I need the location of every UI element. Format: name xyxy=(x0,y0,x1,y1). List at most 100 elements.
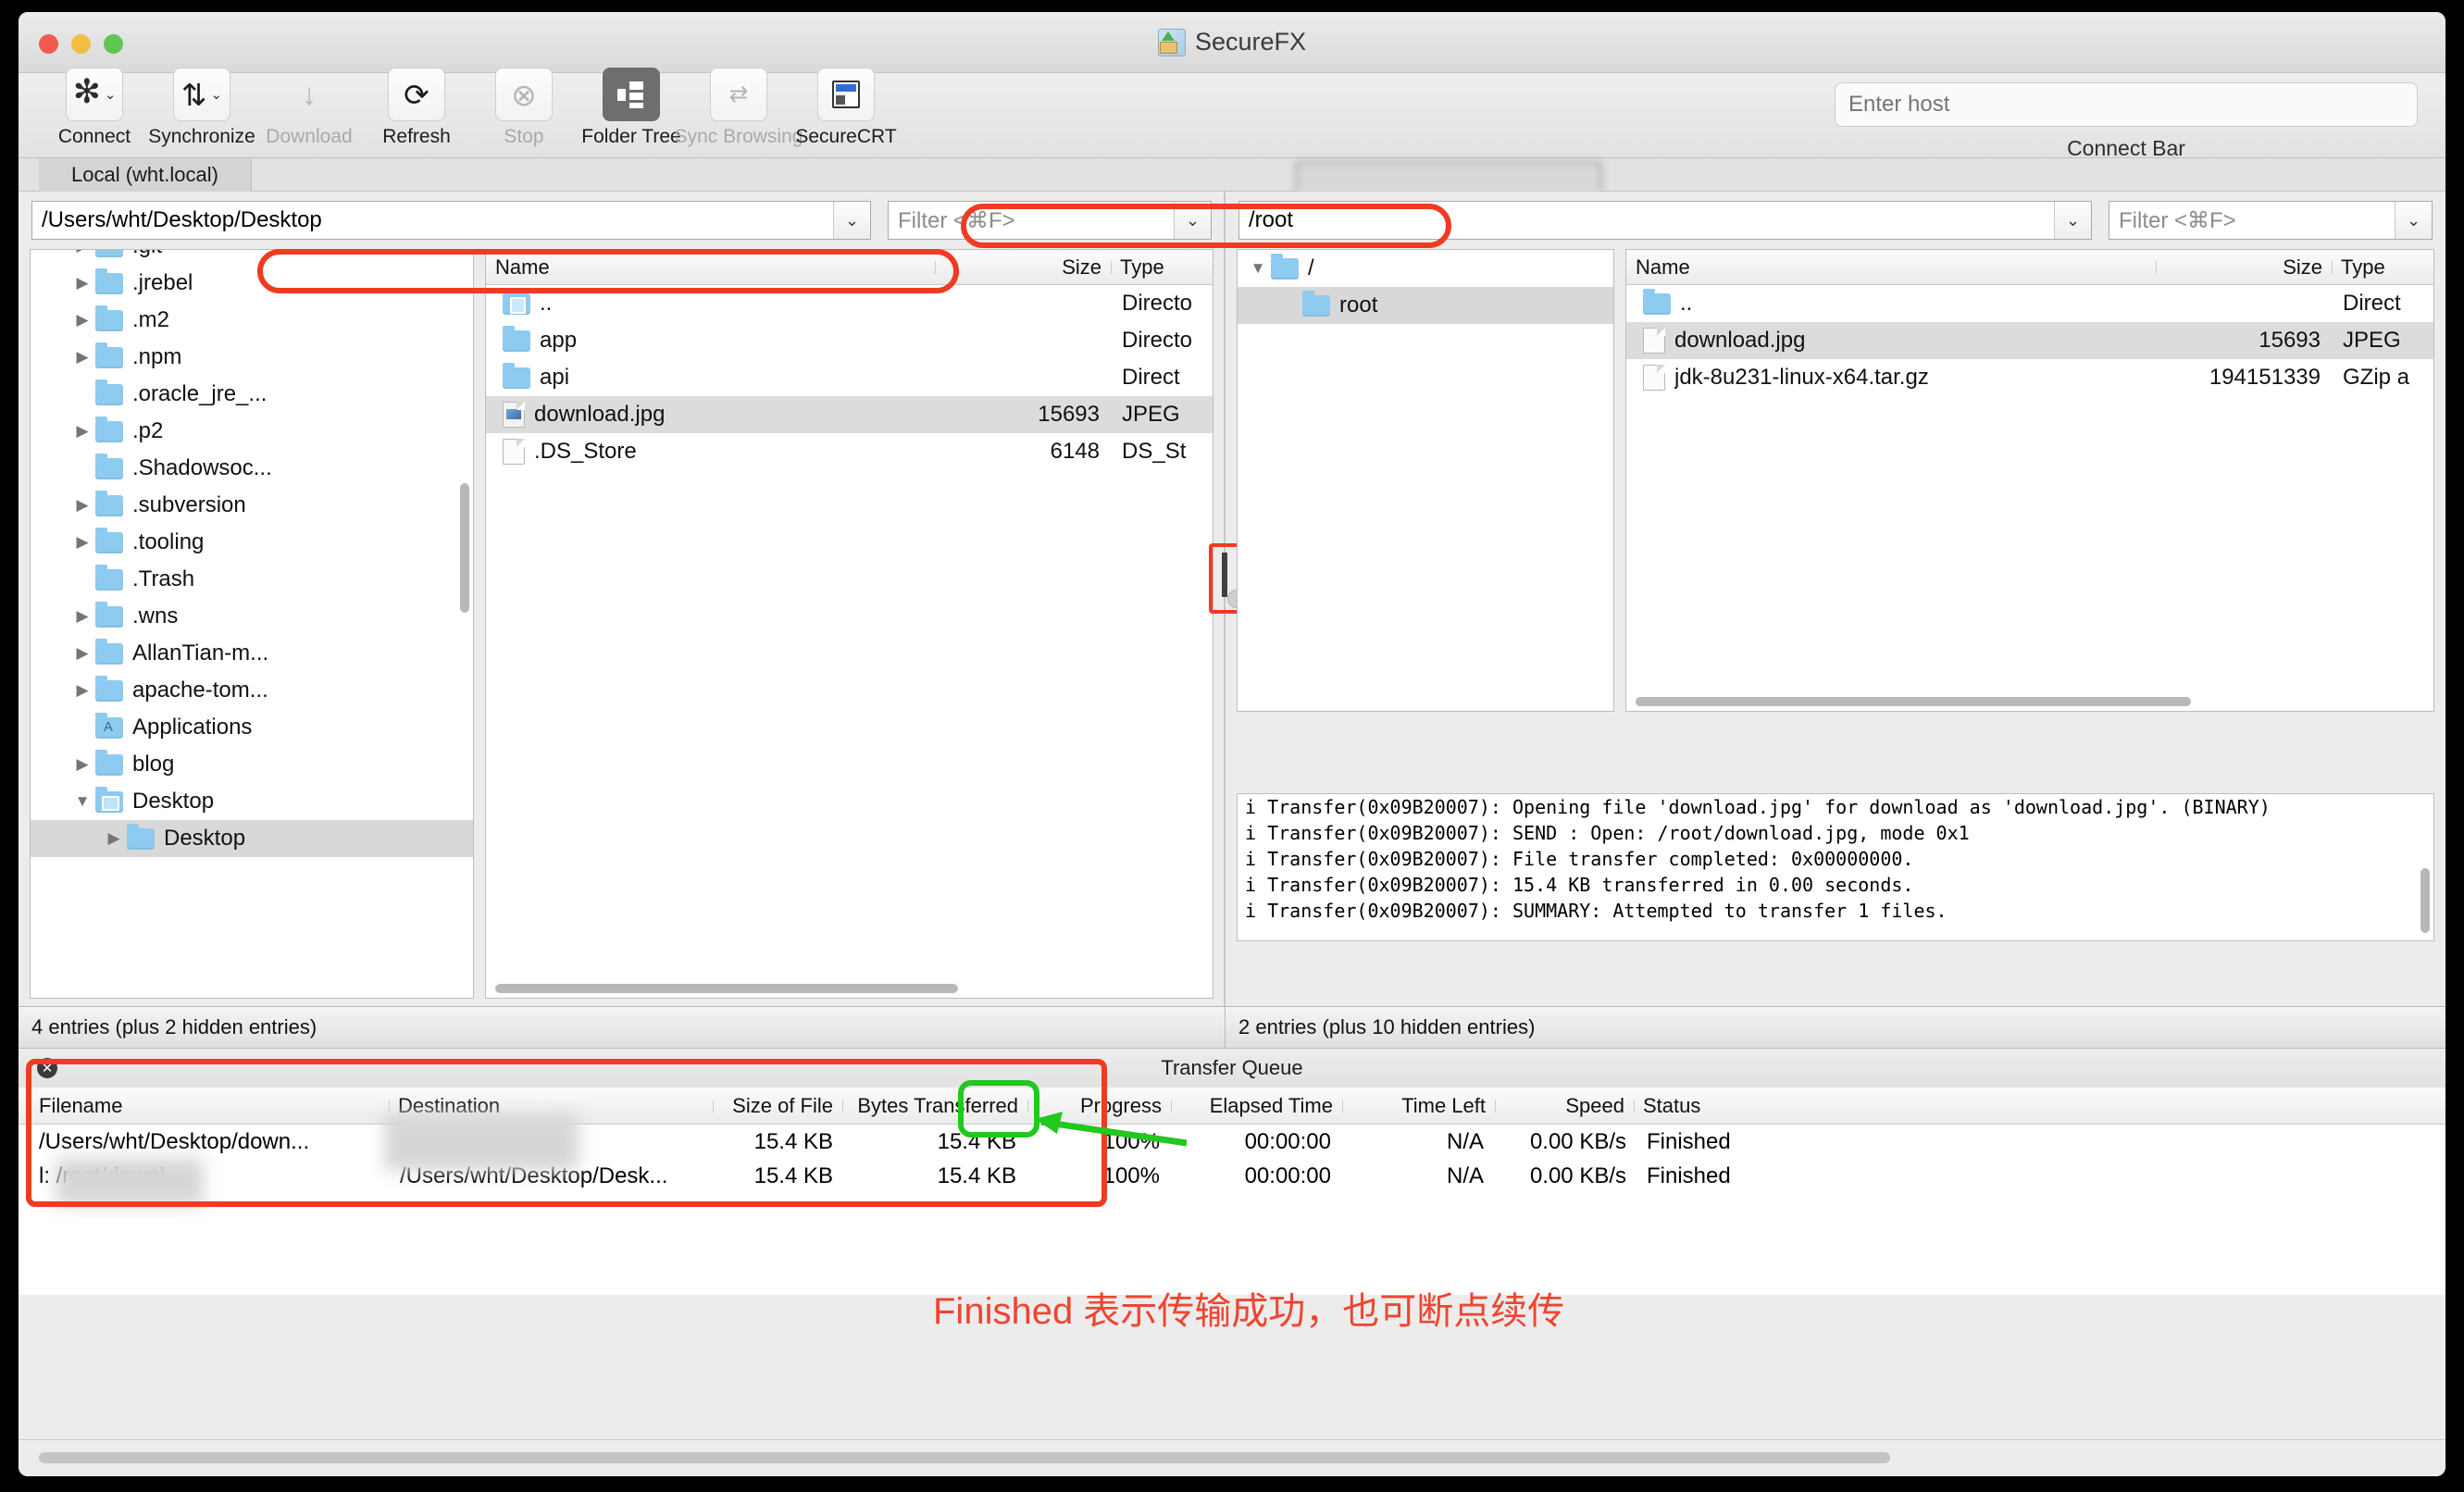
tab-remote-session[interactable] xyxy=(1296,162,1601,192)
column-header-filename[interactable]: Filename xyxy=(19,1094,389,1118)
twisty-spacer: · xyxy=(69,570,95,589)
column-header-size-of-file[interactable]: Size of File xyxy=(713,1094,842,1118)
table-row[interactable]: .DS_Store 6148 DS_St xyxy=(486,433,1213,470)
table-row[interactable]: .. Direct xyxy=(1626,285,2433,322)
tree-item-desktop[interactable]: ▶ Desktop xyxy=(31,820,473,857)
local-filter-combo[interactable]: Filter <⌘F> ⌄ xyxy=(888,201,1212,240)
transfer-log-console[interactable]: i Transfer(0x09B20007): Opening file 'do… xyxy=(1237,793,2434,941)
window-hscrollbar[interactable] xyxy=(19,1439,2445,1476)
chevron-right-icon[interactable]: ▶ xyxy=(101,829,127,848)
tree-item-blog[interactable]: ▶ blog xyxy=(31,746,473,783)
remote-list-hscrollbar[interactable] xyxy=(1628,695,2419,708)
remote-file-list[interactable]: Name Size Type .. Direct download.jpg 15693… xyxy=(1625,249,2434,712)
chevron-right-icon[interactable]: ▶ xyxy=(69,348,95,367)
tree-item--shadowsoc-[interactable]: · .Shadowsoc... xyxy=(31,450,473,487)
toolbar-download-button: ↓ Download xyxy=(255,68,363,148)
local-path-row: /Users/wht/Desktop/Desktop ⌄ Filter <⌘F>… xyxy=(19,192,1225,249)
table-row[interactable]: jdk-8u231-linux-x64.tar.gz 194151339 GZip … xyxy=(1626,359,2433,396)
tree-item-apache-tom-[interactable]: ▶ apache-tom... xyxy=(31,672,473,709)
chevron-right-icon[interactable]: ▶ xyxy=(69,607,95,626)
tree-item--p2[interactable]: ▶ .p2 xyxy=(31,413,473,450)
scroll-thumb[interactable] xyxy=(2420,868,2430,933)
chevron-down-icon[interactable]: ⌄ xyxy=(2054,202,2091,239)
toolbar-synchronize-button[interactable]: ⇅ ⌄ Synchronize xyxy=(148,68,255,148)
tree-item-root[interactable]: · root xyxy=(1238,287,1613,324)
tree-item--npm[interactable]: ▶ .npm xyxy=(31,339,473,376)
scroll-thumb[interactable] xyxy=(460,483,469,613)
local-file-list[interactable]: Name Size Type .. Directo app Directo api Dir… xyxy=(485,249,1213,999)
table-row[interactable]: app Directo xyxy=(486,322,1213,359)
column-header-elapsed-time[interactable]: Elapsed Time xyxy=(1171,1094,1342,1118)
column-header-size[interactable]: Size xyxy=(935,255,1111,280)
chevron-right-icon[interactable]: ▶ xyxy=(69,274,95,292)
table-row[interactable]: download.jpg 15693 JPEG xyxy=(1626,322,2433,359)
chevron-right-icon[interactable]: ▶ xyxy=(69,250,95,255)
chevron-right-icon[interactable]: ▶ xyxy=(69,496,95,515)
tree-item-applications[interactable]: · Applications xyxy=(31,709,473,746)
local-folder-tree[interactable]: ▶.gem▶.git▶.jrebel▶.m2▶.npm·.oracle_jre_… xyxy=(30,249,474,999)
column-header-progress[interactable]: Progress xyxy=(1027,1094,1171,1118)
chevron-down-icon[interactable]: ⌄ xyxy=(833,202,870,239)
toolbar-securecrt-button[interactable]: SecureCRT xyxy=(792,68,900,148)
tree-item--trash[interactable]: · .Trash xyxy=(31,561,473,598)
synchronize-button-face[interactable]: ⇅ ⌄ xyxy=(173,68,230,121)
log-vscrollbar[interactable] xyxy=(2419,796,2432,939)
chevron-right-icon[interactable]: ▶ xyxy=(69,644,95,663)
chevron-right-icon[interactable]: ▶ xyxy=(69,755,95,774)
tree-item--wns[interactable]: ▶ .wns xyxy=(31,598,473,635)
column-header-type[interactable]: Type xyxy=(1111,255,1213,280)
column-header-status[interactable]: Status xyxy=(1634,1094,1819,1118)
chevron-right-icon[interactable]: ▶ xyxy=(69,311,95,329)
local-list-header: Name Size Type xyxy=(486,250,1213,285)
chevron-down-icon[interactable]: ⌄ xyxy=(1174,202,1211,239)
remote-folder-tree[interactable]: ▼/·root xyxy=(1237,249,1614,712)
scroll-thumb[interactable] xyxy=(1636,697,2191,706)
tree-item-allantian-m-[interactable]: ▶ AllanTian-m... xyxy=(31,635,473,672)
folder-tree-button-face[interactable] xyxy=(603,68,660,121)
column-header-type[interactable]: Type xyxy=(2332,255,2433,280)
host-input[interactable] xyxy=(1835,82,2418,127)
redacted-region xyxy=(384,1113,579,1171)
column-header-speed[interactable]: Speed xyxy=(1495,1094,1634,1118)
tree-item--oracle-jre-[interactable]: · .oracle_jre_... xyxy=(31,376,473,413)
table-row[interactable]: download.jpg 15693 JPEG xyxy=(486,396,1213,433)
toolbar-folder-tree-button[interactable]: Folder Tree xyxy=(578,68,685,148)
tab-local-session[interactable]: Local (wht.local) xyxy=(39,158,252,192)
tree-item--[interactable]: ▼ / xyxy=(1238,250,1613,287)
toolbar-refresh-button[interactable]: ⟳ Refresh xyxy=(363,68,470,148)
scroll-thumb[interactable] xyxy=(495,984,958,993)
chevron-down-icon[interactable]: ⌄ xyxy=(2395,202,2432,239)
tree-item--tooling[interactable]: ▶ .tooling xyxy=(31,524,473,561)
table-row[interactable]: .. Directo xyxy=(486,285,1213,322)
remote-path-row: /root ⌄ Filter <⌘F> ⌄ xyxy=(1226,192,2445,249)
column-header-time-left[interactable]: Time Left xyxy=(1342,1094,1495,1118)
securecrt-button-face[interactable] xyxy=(817,68,875,121)
table-row[interactable]: l: /root/downl.../Users/wht/Desktop/Desk… xyxy=(19,1159,2445,1193)
remote-filter-combo[interactable]: Filter <⌘F> ⌄ xyxy=(2109,201,2433,240)
chevron-right-icon[interactable]: ▶ xyxy=(69,422,95,441)
table-row[interactable]: api Direct xyxy=(486,359,1213,396)
chevron-down-icon[interactable]: ▼ xyxy=(69,792,95,811)
column-header-size[interactable]: Size xyxy=(2156,255,2332,280)
column-header-bytes-transferred[interactable]: Bytes Transferred xyxy=(842,1094,1027,1118)
refresh-button-face[interactable]: ⟳ xyxy=(388,68,445,121)
chevron-down-icon[interactable]: ▼ xyxy=(1245,259,1271,278)
table-row[interactable]: /Users/wht/Desktop/down.../root/downl...… xyxy=(19,1125,2445,1159)
scroll-thumb[interactable] xyxy=(39,1452,1890,1463)
column-header-name[interactable]: Name xyxy=(1626,255,2156,280)
chevron-right-icon[interactable]: ▶ xyxy=(69,681,95,700)
tree-item--jrebel[interactable]: ▶ .jrebel xyxy=(31,265,473,302)
local-tree-vscrollbar[interactable] xyxy=(458,252,471,983)
column-header-name[interactable]: Name xyxy=(486,255,935,280)
chevron-right-icon[interactable]: ▶ xyxy=(69,533,95,552)
local-list-hscrollbar[interactable] xyxy=(488,982,1198,995)
tree-item-desktop[interactable]: ▼ Desktop xyxy=(31,783,473,820)
connect-button-face[interactable]: ⌄ xyxy=(66,68,123,121)
tree-item--m2[interactable]: ▶ .m2 xyxy=(31,302,473,339)
tree-item--subversion[interactable]: ▶ .subversion xyxy=(31,487,473,524)
toolbar-connect-button[interactable]: ⌄ Connect xyxy=(41,68,148,148)
close-icon[interactable]: ✕ xyxy=(37,1058,57,1078)
local-path-combo[interactable]: /Users/wht/Desktop/Desktop ⌄ xyxy=(31,201,871,240)
remote-path-combo[interactable]: /root ⌄ xyxy=(1238,201,2092,240)
tree-item--git[interactable]: ▶ .git xyxy=(31,250,473,265)
